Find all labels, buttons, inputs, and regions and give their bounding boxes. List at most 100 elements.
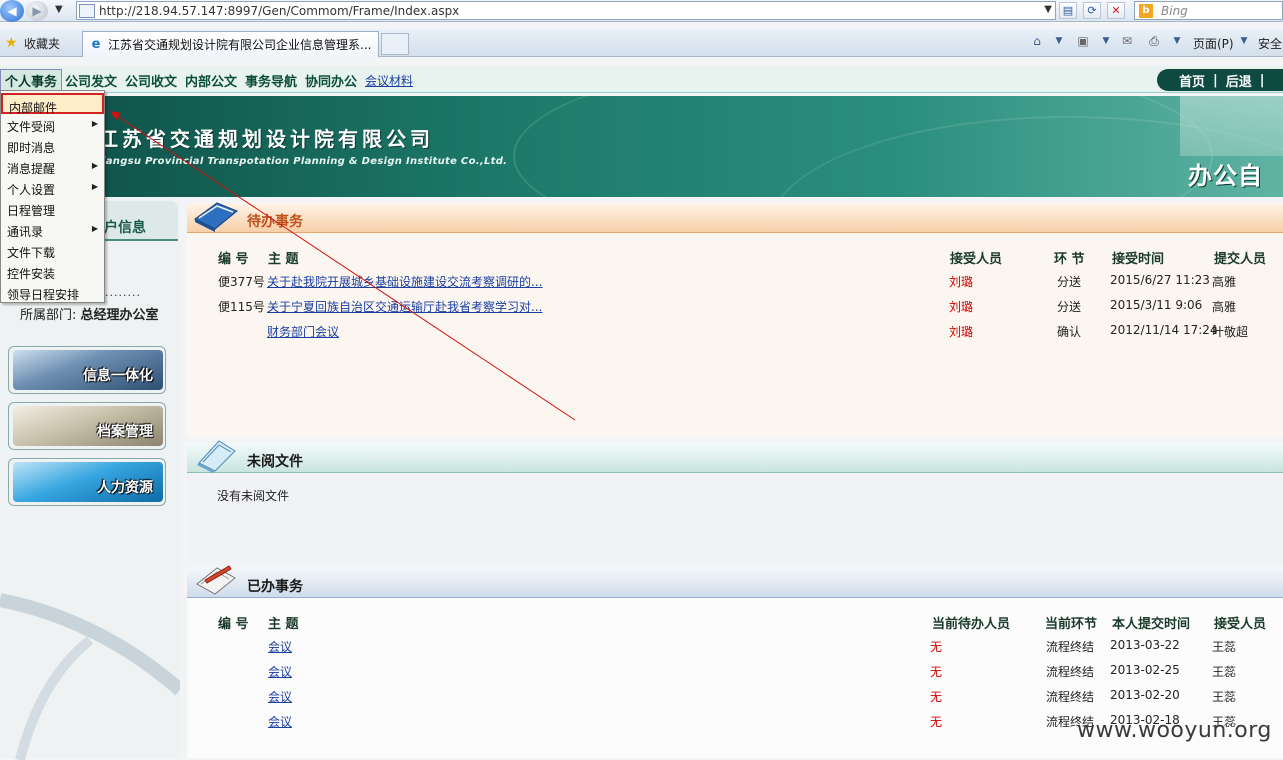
- company-name-en: Jiangsu Provincial Transpotation Plannin…: [98, 156, 508, 167]
- home-dropdown-icon[interactable]: ▼: [1050, 33, 1068, 49]
- human-resources-button[interactable]: 人力资源: [8, 458, 166, 506]
- browser-tab-active[interactable]: e 江苏省交通规划设计院有限公司企业信息管理系...: [82, 31, 379, 57]
- todo-row-2-time: 2015/3/11 9:06: [1110, 298, 1203, 312]
- done-row-1-subject[interactable]: 会议: [268, 638, 292, 655]
- done-row-4-subject[interactable]: 会议: [268, 713, 292, 730]
- dropdown-item-file-download[interactable]: 文件下载: [1, 240, 104, 261]
- unread-title: 未阅文件: [247, 454, 303, 470]
- dropdown-item-address-book[interactable]: 通讯录 ▶: [1, 219, 104, 240]
- done-row-3-subject[interactable]: 会议: [268, 688, 292, 705]
- todo-row-3-step: 确认: [1057, 325, 1082, 339]
- done-row-3-time: 2013-02-20: [1110, 688, 1180, 702]
- todo-row-3-receiver: 刘璐: [949, 325, 974, 339]
- watermark: www.wooyun.org: [1077, 718, 1272, 743]
- dropdown-item-control-install[interactable]: 控件安装: [1, 261, 104, 282]
- menu-personal-affairs[interactable]: 个人事务: [0, 69, 63, 92]
- dropdown-item-label: 控件安装: [7, 267, 56, 281]
- back-link[interactable]: 后退: [1226, 71, 1252, 90]
- submenu-arrow-icon: ▶: [91, 182, 98, 191]
- col-submitter: 提交人员: [1214, 252, 1267, 267]
- archive-management-button[interactable]: 档案管理: [8, 402, 166, 450]
- col-time: 本人提交时间: [1112, 617, 1191, 632]
- company-name-cn: 江苏省交通规划设计院有限公司: [98, 127, 434, 151]
- dropdown-item-instant-message[interactable]: 即时消息: [1, 135, 104, 156]
- done-row-3-pending: 无: [930, 690, 943, 704]
- dropdown-item-file-review[interactable]: 文件受阅 ▶: [1, 114, 104, 135]
- done-row-1-receiver: 王蕊: [1212, 640, 1237, 654]
- info-integration-button[interactable]: 信息一体化: [8, 346, 166, 394]
- url-dropdown-icon[interactable]: ▼: [1044, 4, 1052, 15]
- refresh-icon[interactable]: ⟳: [1083, 2, 1101, 19]
- col-subject: 主 题: [268, 617, 299, 632]
- done-row-2-pending: 无: [930, 665, 943, 679]
- todo-panel: 编 号 主 题 接受人员 环 节 接受时间 提交人员 便377号 关于赴我院开展…: [187, 233, 1283, 437]
- stop-icon[interactable]: ✕: [1107, 2, 1125, 19]
- forward-button[interactable]: ▶: [26, 1, 48, 21]
- dropdown-item-label: 内部邮件: [9, 101, 58, 115]
- done-row-2-time: 2013-02-25: [1110, 663, 1180, 677]
- new-tab-button[interactable]: [381, 33, 409, 55]
- todo-row-2-subject[interactable]: 关于宁夏回族自治区交通运输厅赴我省考察学习对...: [267, 298, 542, 315]
- page-menu[interactable]: 页面(P): [1193, 35, 1234, 52]
- compat-view-icon[interactable]: ▤: [1059, 2, 1077, 19]
- done-row-1-step: 流程终结: [1046, 640, 1095, 654]
- dropdown-item-personal-settings[interactable]: 个人设置 ▶: [1, 177, 104, 198]
- unread-panel: 没有未阅文件: [187, 473, 1283, 563]
- notepad-pen-icon: [196, 565, 236, 595]
- document-icon: [197, 440, 236, 473]
- dropdown-item-schedule[interactable]: 日程管理: [1, 198, 104, 219]
- menu-internal-docs[interactable]: 内部公文: [185, 71, 237, 90]
- menu-company-dispatch[interactable]: 公司发文: [65, 71, 117, 90]
- todo-row-2-receiver: 刘璐: [949, 300, 974, 314]
- done-row-2-subject[interactable]: 会议: [268, 663, 292, 680]
- todo-row-3-subject[interactable]: 财务部门会议: [267, 323, 339, 340]
- home-link[interactable]: 首页: [1179, 71, 1205, 90]
- history-dropdown-icon[interactable]: ▼: [55, 4, 69, 18]
- url-input[interactable]: http://218.94.57.147:8997/Gen/Commom/Fra…: [76, 1, 1056, 20]
- home-icon[interactable]: ⌂: [1028, 33, 1046, 49]
- col-step: 环 节: [1054, 252, 1085, 267]
- done-row-4-pending: 无: [930, 715, 943, 729]
- submenu-arrow-icon: ▶: [91, 119, 98, 128]
- print-icon[interactable]: ⎙: [1145, 33, 1163, 49]
- dropdown-item-message-reminder[interactable]: 消息提醒 ▶: [1, 156, 104, 177]
- todo-row-2-id: 便115号: [218, 300, 265, 314]
- safety-menu[interactable]: 安全: [1258, 35, 1282, 52]
- dropdown-item-label: 通讯录: [7, 225, 44, 239]
- system-title: 办公自动: [1188, 162, 1263, 190]
- done-row-1-time: 2013-03-22: [1110, 638, 1180, 652]
- todo-row-1-receiver: 刘璐: [949, 275, 974, 289]
- app-menu-bar: 个人事务 公司发文 公司收文 内部公文 事务导航 协同办公 会议材料: [0, 66, 1283, 93]
- dropdown-item-leader-schedule[interactable]: 领导日程安排: [1, 282, 104, 303]
- archive-management-label: 档案管理: [97, 424, 153, 440]
- department-value: 总经理办公室: [80, 308, 159, 323]
- print-dropdown-icon[interactable]: ▼: [1168, 33, 1186, 49]
- page-dropdown-icon[interactable]: ▼: [1235, 33, 1253, 49]
- done-panel-header: 已办事务: [187, 565, 1283, 598]
- col-id: 编 号: [218, 252, 249, 267]
- done-row-1-pending: 无: [930, 640, 943, 654]
- menu-affairs-nav[interactable]: 事务导航: [245, 71, 297, 90]
- favorites-button[interactable]: 收藏夹: [24, 35, 60, 52]
- address-bar: ◀ ▶ ▼ http://218.94.57.147:8997/Gen/Comm…: [0, 0, 1283, 22]
- todo-row-1-time: 2015/6/27 11:23: [1110, 273, 1210, 287]
- todo-row-1-subject[interactable]: 关于赴我院开展城乡基础设施建设交流考察调研的...: [267, 273, 542, 290]
- back-button[interactable]: ◀: [0, 0, 24, 22]
- menu-company-receive[interactable]: 公司收文: [125, 71, 177, 90]
- top-nav: 首页 | 后退 |: [1157, 69, 1283, 91]
- ie-icon: e: [91, 37, 101, 52]
- search-input[interactable]: b Bing: [1134, 1, 1283, 20]
- todo-row-3-time: 2012/11/14 17:24: [1110, 323, 1218, 337]
- submenu-arrow-icon: ▶: [91, 161, 98, 170]
- menu-meeting-materials[interactable]: 会议材料: [365, 72, 413, 89]
- mail-icon[interactable]: ✉: [1118, 33, 1136, 49]
- banner-decoration: [1180, 96, 1283, 156]
- done-row-2-step: 流程终结: [1046, 665, 1095, 679]
- favorites-star-icon[interactable]: ★: [5, 35, 18, 51]
- menu-collaboration[interactable]: 协同办公: [305, 71, 357, 90]
- tab-bar: ★ 收藏夹 e 江苏省交通规划设计院有限公司企业信息管理系... ⌂ ▼ ▣ ▼…: [0, 29, 1283, 57]
- human-resources-label: 人力资源: [97, 480, 153, 496]
- feeds-icon[interactable]: ▣: [1074, 33, 1092, 49]
- dropdown-item-internal-mail[interactable]: 内部邮件: [1, 93, 104, 115]
- feeds-dropdown-icon[interactable]: ▼: [1097, 33, 1115, 49]
